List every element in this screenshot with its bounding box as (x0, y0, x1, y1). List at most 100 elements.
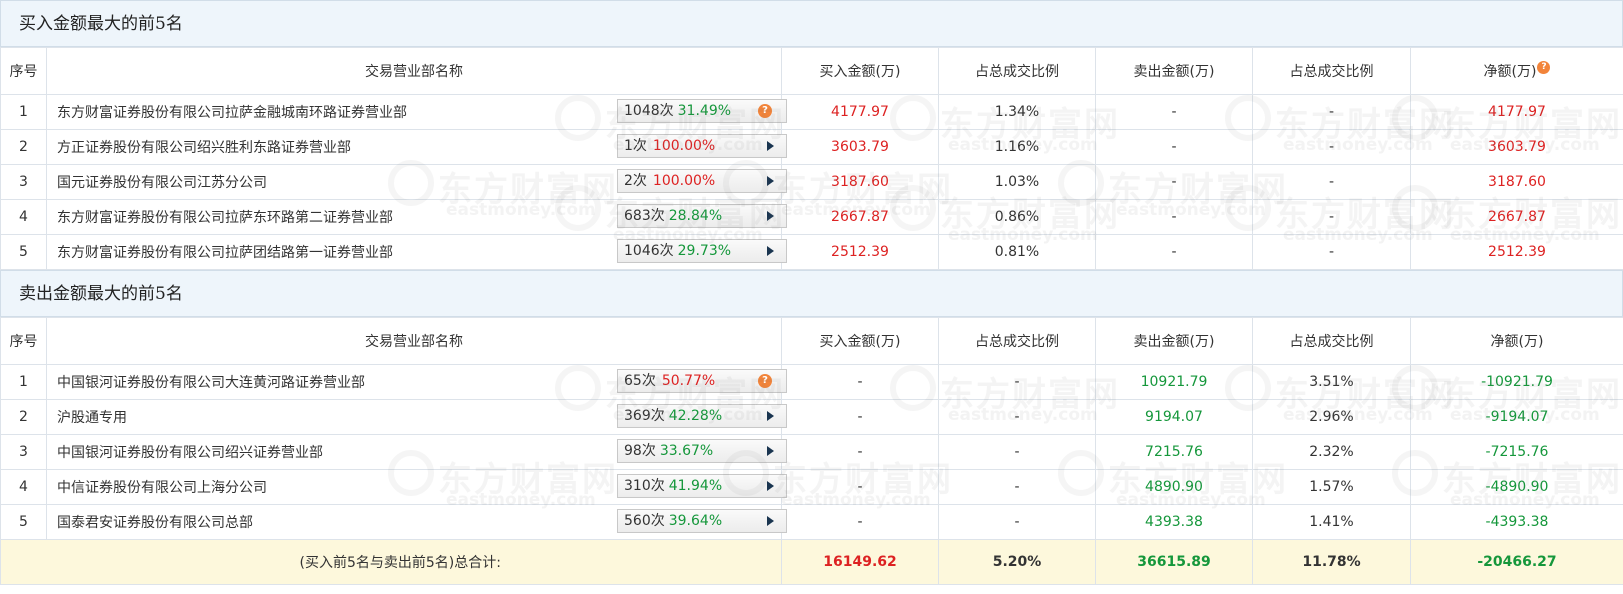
branch-cell: 中信证券股份有限公司上海分公司 310次 41.94% (46, 469, 787, 505)
trade-count: 683次 (624, 208, 665, 224)
sell-amount: - (1095, 94, 1253, 130)
col-index: 序号 (0, 317, 47, 365)
branch-cell: 国泰君安证券股份有限公司总部 560次 39.64% (46, 504, 787, 540)
branch-name-link[interactable]: 沪股通专用 (57, 407, 127, 427)
trade-count: 369次 (624, 408, 665, 424)
row-index: 3 (0, 434, 47, 470)
buy-amount: - (781, 434, 939, 470)
buy-ratio: 0.86% (938, 199, 1096, 235)
sell-ratio: 1.57% (1252, 469, 1411, 505)
win-rate: 28.84% (668, 208, 723, 224)
col-sell-ratio[interactable]: 占总成交比例 (1252, 47, 1411, 95)
branch-name-link[interactable]: 东方财富证券股份有限公司拉萨团结路第一证券营业部 (57, 242, 393, 262)
net-amount: -7215.76 (1410, 434, 1623, 470)
sell-section-title: 卖出金额最大的前5名 (0, 270, 1623, 317)
sell-ratio: - (1252, 164, 1411, 200)
sell-amount: - (1095, 199, 1253, 235)
question-icon[interactable]: ? (758, 104, 772, 118)
branch-stat-box[interactable]: 560次 39.64% (617, 509, 787, 533)
col-buy-amount[interactable]: 买入金额(万) (781, 317, 939, 365)
branch-name-link[interactable]: 中国银河证券股份有限公司大连黄河路证券营业部 (57, 372, 365, 392)
trade-count: 2次 (624, 173, 647, 189)
trade-count: 310次 (624, 478, 665, 494)
buy-amount: - (781, 469, 939, 505)
branch-stat-box[interactable]: 369次 42.28% (617, 404, 787, 428)
col-net-amount[interactable]: 净额(万)? (1410, 47, 1623, 95)
col-net-amount[interactable]: 净额(万) (1410, 317, 1623, 365)
total-label: (买入前5名与卖出前5名)总合计: (299, 555, 501, 571)
net-amount: -4890.90 (1410, 469, 1623, 505)
total-buy: 16149.62 (781, 539, 939, 585)
win-rate: 100.00% (652, 138, 716, 154)
play-arrow-icon[interactable] (767, 211, 774, 221)
table-row: 2 沪股通专用 369次 42.28% - -9194.07 2.96% -9194.07 (0, 399, 1623, 435)
win-rate: 42.28% (668, 408, 723, 424)
play-arrow-icon[interactable] (767, 446, 774, 456)
total-row: (买入前5名与卖出前5名)总合计: 16149.62 5.20% 36615.8… (0, 539, 1623, 585)
col-sell-ratio[interactable]: 占总成交比例 (1252, 317, 1411, 365)
branch-name-link[interactable]: 国元证券股份有限公司江苏分公司 (57, 172, 267, 192)
branch-name-link[interactable]: 方正证券股份有限公司绍兴胜利东路证券营业部 (57, 137, 351, 157)
branch-name-link[interactable]: 中信证券股份有限公司上海分公司 (57, 477, 267, 497)
play-arrow-icon[interactable] (767, 411, 774, 421)
branch-cell: 国元证券股份有限公司江苏分公司 2次 100.00% (46, 164, 787, 200)
row-index: 1 (0, 94, 47, 130)
table-row: 3 中国银河证券股份有限公司绍兴证券营业部 98次 33.67% - -7215.76 2.… (0, 434, 1623, 470)
sell-amount: 4890.90 (1095, 469, 1253, 505)
col-sell-amount[interactable]: 卖出金额(万) (1095, 317, 1253, 365)
trade-count: 1次 (624, 138, 647, 154)
total-label-cell: (买入前5名与卖出前5名)总合计: (0, 539, 782, 585)
col-buy-ratio[interactable]: 占总成交比例 (938, 317, 1096, 365)
buy-table-header: 序号 交易营业部名称 买入金额(万) 占总成交比例 卖出金额(万) 占总成交比例… (0, 47, 1623, 95)
col-buy-amount[interactable]: 买入金额(万) (781, 47, 939, 95)
play-arrow-icon[interactable] (767, 176, 774, 186)
sell-ratio: - (1252, 129, 1411, 165)
row-index: 2 (0, 399, 47, 435)
buy-amount: 3603.79 (781, 129, 939, 165)
buy-table-body: 1 东方财富证券股份有限公司拉萨金融城南环路证券营业部 1048次 31.49%? 41… (0, 94, 1623, 270)
table-row: 4 东方财富证券股份有限公司拉萨东环路第二证券营业部 683次 28.84% 2667.… (0, 199, 1623, 235)
branch-stat-box[interactable]: 98次 33.67% (617, 439, 787, 463)
sell-ratio: 1.41% (1252, 504, 1411, 540)
branch-stat-box[interactable]: 1046次 29.73% (617, 239, 787, 263)
branch-name-link[interactable]: 中国银河证券股份有限公司绍兴证券营业部 (57, 442, 323, 462)
win-rate: 41.94% (668, 478, 723, 494)
total-buy-ratio: 5.20% (938, 539, 1096, 585)
col-sell-amount[interactable]: 卖出金额(万) (1095, 47, 1253, 95)
table-row: 5 东方财富证券股份有限公司拉萨团结路第一证券营业部 1046次 29.73% 2512… (0, 234, 1623, 270)
table-row: 3 国元证券股份有限公司江苏分公司 2次 100.00% 3187.60 1.03% - -3… (0, 164, 1623, 200)
win-rate: 33.67% (659, 443, 714, 459)
branch-stat-box[interactable]: 310次 41.94% (617, 474, 787, 498)
sell-ratio: - (1252, 94, 1411, 130)
col-buy-ratio[interactable]: 占总成交比例 (938, 47, 1096, 95)
row-index: 1 (0, 364, 47, 400)
play-arrow-icon[interactable] (767, 516, 774, 526)
branch-name-link[interactable]: 国泰君安证券股份有限公司总部 (57, 512, 253, 532)
play-arrow-icon[interactable] (767, 246, 774, 256)
branch-stat-box[interactable]: 65次 50.77%? (617, 369, 787, 393)
branch-name-link[interactable]: 东方财富证券股份有限公司拉萨东环路第二证券营业部 (57, 207, 393, 227)
play-arrow-icon[interactable] (767, 481, 774, 491)
win-rate: 29.73% (677, 243, 732, 259)
net-amount: 2667.87 (1410, 199, 1623, 235)
branch-stat-box[interactable]: 1048次 31.49%? (617, 99, 787, 123)
branch-stat-box[interactable]: 2次 100.00% (617, 169, 787, 193)
lhb-tables: 买入金额最大的前5名 序号 交易营业部名称 买入金额(万) 占总成交比例 卖出金… (0, 0, 1623, 585)
buy-table: 序号 交易营业部名称 买入金额(万) 占总成交比例 卖出金额(万) 占总成交比例… (0, 47, 1623, 270)
trade-count: 98次 (624, 443, 656, 459)
net-amount: -9194.07 (1410, 399, 1623, 435)
net-amount: -10921.79 (1410, 364, 1623, 400)
branch-name-link[interactable]: 东方财富证券股份有限公司拉萨金融城南环路证券营业部 (57, 102, 407, 122)
col-branch-name: 交易营业部名称 (46, 317, 782, 365)
branch-stat-box[interactable]: 683次 28.84% (617, 204, 787, 228)
play-arrow-icon[interactable] (767, 141, 774, 151)
win-rate: 39.64% (668, 513, 723, 529)
buy-ratio: - (938, 399, 1096, 435)
buy-ratio: - (938, 504, 1096, 540)
branch-stat-box[interactable]: 1次 100.00% (617, 134, 787, 158)
buy-ratio: 1.03% (938, 164, 1096, 200)
question-icon[interactable]: ? (1537, 61, 1551, 74)
question-icon[interactable]: ? (758, 374, 772, 388)
buy-ratio: 0.81% (938, 234, 1096, 270)
branch-cell: 东方财富证券股份有限公司拉萨团结路第一证券营业部 1046次 29.73% (46, 234, 787, 270)
